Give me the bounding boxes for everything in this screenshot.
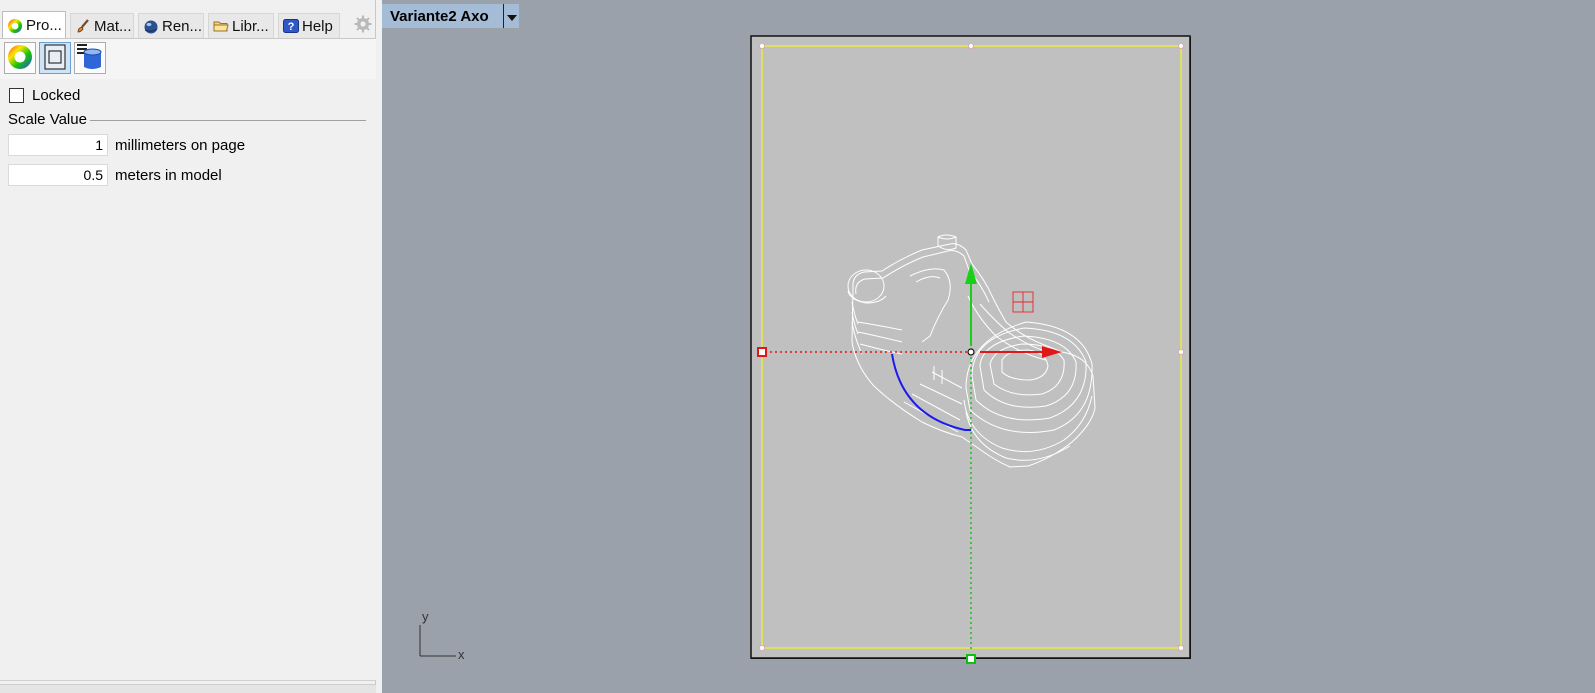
selected-left-grip[interactable] (757, 347, 767, 357)
gumball-origin[interactable] (967, 348, 975, 356)
selected-bottom-grip[interactable] (966, 654, 976, 664)
model-unit-label: meters in model (115, 166, 222, 184)
tab-help-label: Help (302, 17, 333, 35)
rhino-layout-window: Pro... Mat... Ren... Libr... ? Help Lock… (0, 0, 1595, 693)
page-unit-label: millimeters on page (115, 136, 246, 154)
properties-panel: Pro... Mat... Ren... Libr... ? Help Lock… (0, 0, 376, 693)
detail-view-icon (43, 43, 67, 73)
model-scale-row: 0.5 meters in model (8, 164, 222, 186)
detail-properties-button[interactable] (39, 42, 71, 74)
page-scale-input[interactable]: 1 (8, 134, 108, 156)
tab-materials[interactable]: Mat... (70, 13, 134, 38)
tab-help[interactable]: ? Help (278, 13, 340, 38)
axis-x-label: x (458, 647, 465, 662)
panel-tab-bar: Pro... Mat... Ren... Libr... ? Help (0, 8, 376, 39)
layout-page (750, 35, 1191, 659)
color-wheel-icon (7, 44, 33, 73)
model-scale-input[interactable]: 0.5 (8, 164, 108, 186)
help-icon: ? (283, 18, 299, 34)
axis-y-label: y (422, 609, 429, 624)
layout-viewport[interactable]: Variante2 Axo y x (382, 0, 1595, 693)
world-axes-icon: y x (419, 609, 465, 662)
layers-stack-icon (76, 43, 104, 74)
gear-icon[interactable] (354, 15, 372, 33)
tab-properties-label: Pro... (26, 17, 62, 34)
properties-toolbar (0, 39, 376, 79)
svg-text:?: ? (288, 21, 295, 33)
tab-rendering[interactable]: Ren... (138, 13, 204, 38)
tab-libraries[interactable]: Libr... (208, 13, 274, 38)
tab-libraries-label: Libr... (232, 17, 269, 35)
tab-properties[interactable]: Pro... (2, 11, 66, 39)
layer-properties-button[interactable] (74, 42, 106, 74)
locked-checkbox[interactable] (9, 88, 24, 103)
panel-scroll-area[interactable] (0, 684, 376, 693)
detail-properties-area: Locked Scale Value 1 millimeters on page… (0, 79, 376, 681)
color-wheel-icon (7, 18, 23, 34)
tab-materials-label: Mat... (94, 17, 132, 35)
viewport-canvas: y x (419, 35, 1191, 664)
tab-rendering-label: Ren... (162, 17, 203, 35)
globe-teapot-icon (143, 18, 159, 34)
paintbrush-icon (75, 18, 91, 34)
folder-icon (213, 18, 229, 34)
locked-label: Locked (32, 87, 81, 104)
locked-row[interactable]: Locked (9, 87, 80, 104)
page-scale-row: 1 millimeters on page (8, 134, 245, 156)
object-properties-button[interactable] (4, 42, 36, 74)
scale-value-group-label: Scale Value (8, 111, 90, 128)
